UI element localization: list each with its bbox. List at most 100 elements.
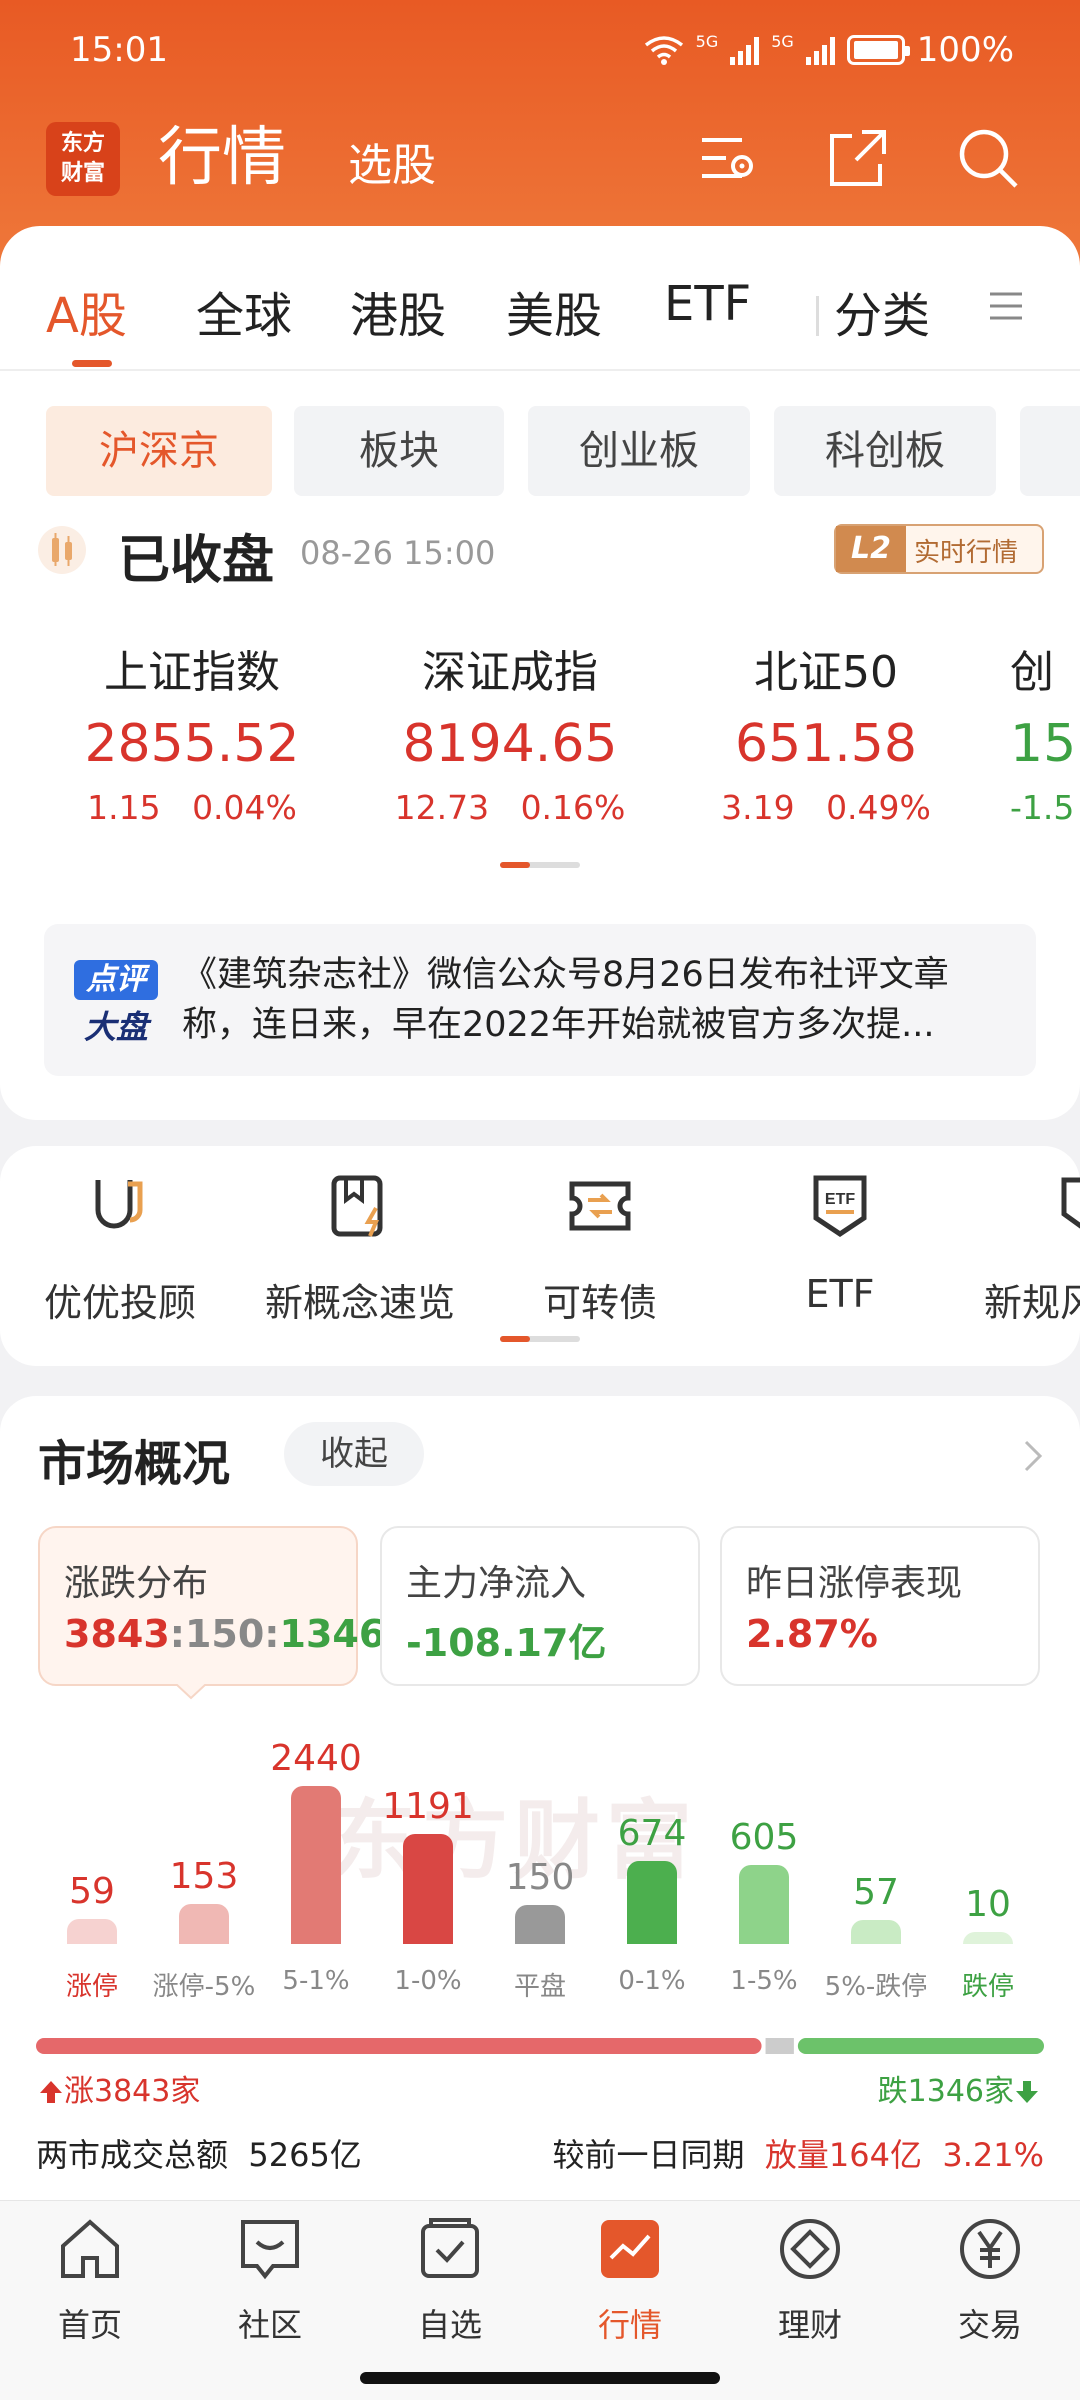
index-card-partial[interactable]: 创 15 -1.5: [1010, 636, 1080, 827]
search-icon[interactable]: [956, 126, 1020, 190]
concepts-icon: [331, 1175, 383, 1237]
status-time: 15:01: [70, 30, 168, 70]
tab-a-shares[interactable]: A股: [46, 276, 127, 346]
app-logo[interactable]: 东方 财富: [46, 122, 120, 196]
ratio-up-segment: [36, 2038, 762, 2054]
shortcut-pager: [500, 1336, 580, 1342]
l2-label: L2: [836, 526, 906, 572]
stock-picker-link[interactable]: 选股: [348, 136, 436, 196]
turnover-row: 两市成交总额 5265亿 较前一日同期 放量164亿 3.21%: [36, 2130, 1044, 2176]
net-inflow-value: -108.17亿: [406, 1621, 607, 1665]
chip-star-market[interactable]: 科创板: [774, 406, 996, 496]
chip-hs-bj[interactable]: 沪深京: [46, 406, 272, 496]
arrow-down-icon: [1016, 2081, 1038, 2103]
net-label-2: 5G: [771, 32, 794, 51]
yuan-icon: [960, 2219, 1020, 2279]
nav-wealth[interactable]: 理财: [720, 2214, 900, 2346]
down-count: 跌1346家: [878, 2066, 1040, 2110]
battery-level: 100%: [916, 30, 1014, 70]
etf-icon: ETF: [813, 1175, 867, 1238]
battery-icon: [846, 35, 910, 65]
chip-more[interactable]: [1020, 406, 1080, 496]
index-card-sh[interactable]: 上证指数 2855.52 1.15 0.04%: [42, 636, 342, 827]
limit-up-value: 2.87%: [746, 1612, 878, 1656]
distribution-bar: [963, 1932, 1013, 1944]
shortcut-advisor[interactable]: 优优投顾: [10, 1170, 230, 1327]
index-change: 3.19 0.49%: [721, 788, 931, 827]
turnover-label: 两市成交总额: [36, 2136, 229, 2174]
card-net-inflow[interactable]: 主力净流入 -108.17亿: [380, 1526, 700, 1686]
bar-value-label: 57: [853, 1871, 899, 1913]
tab-hk[interactable]: 港股: [350, 276, 446, 346]
chip-sectors[interactable]: 板块: [294, 406, 504, 496]
bar-value-label: 150: [505, 1856, 575, 1898]
ratio-down-segment: [797, 2038, 1044, 2054]
index-value: 8194.65: [402, 714, 618, 774]
index-value: 2855.52: [84, 714, 300, 774]
commentary-badge: 点评 大盘: [74, 960, 158, 1046]
market-status: 已收盘: [118, 531, 275, 591]
bar-value-label: 2440: [270, 1738, 362, 1779]
net-label-1: 5G: [695, 32, 719, 51]
card-pointer: [176, 1684, 206, 1700]
bar-value-label: 605: [729, 1817, 799, 1859]
rise-fall-ratio: 3843:150:1346: [64, 1612, 386, 1656]
shortcut-convertible-bonds[interactable]: 可转债: [490, 1170, 710, 1327]
nav-home[interactable]: 首页: [0, 2214, 180, 2346]
bar-category-label: 涨停: [65, 1972, 118, 2002]
chip-chinext[interactable]: 创业板: [528, 406, 750, 496]
chevron-right-icon[interactable]: [1018, 1436, 1048, 1476]
bar-category-label: 0-1%: [618, 1966, 686, 1996]
turnover-compare: 较前一日同期 放量164亿 3.21%: [552, 2136, 1044, 2174]
card-title: 昨日涨停表现: [746, 1563, 963, 1604]
shortcut-new-rules[interactable]: 新规风: [960, 1170, 1080, 1327]
shortcut-concepts[interactable]: 新概念速览: [250, 1170, 470, 1327]
tab-etf[interactable]: ETF: [664, 276, 751, 332]
bar-category-label: 5-1%: [282, 1966, 350, 1996]
settings-menu-icon[interactable]: [696, 126, 760, 190]
nav-market[interactable]: 行情: [540, 2214, 720, 2346]
rise-fall-ratio-bar: [36, 2038, 1044, 2054]
convertible-bond-icon: [569, 1181, 631, 1231]
bar-value-label: 1191: [382, 1785, 474, 1827]
tab-category[interactable]: 分类: [834, 276, 930, 346]
l2-realtime-badge[interactable]: L2 实时行情: [834, 524, 1044, 574]
index-pager: [500, 862, 580, 868]
share-icon[interactable]: [826, 126, 890, 190]
bar-category-label: 跌停: [961, 1972, 1014, 2002]
new-rules-icon: [1061, 1177, 1080, 1229]
shortcut-etf[interactable]: ETF ETF: [730, 1170, 950, 1316]
nav-community[interactable]: 社区: [180, 2214, 360, 2346]
card-limit-up-performance[interactable]: 昨日涨停表现 2.87%: [720, 1526, 1040, 1686]
tab-menu-icon[interactable]: [986, 286, 1026, 326]
collapse-button[interactable]: 收起: [284, 1422, 424, 1486]
nav-trade[interactable]: 交易: [900, 2214, 1080, 2346]
wifi-icon: [644, 36, 683, 65]
tab-us[interactable]: 美股: [506, 276, 602, 346]
card-rise-fall[interactable]: 涨跌分布 3843:150:1346: [38, 1526, 385, 1686]
up-count: 涨3843家: [38, 2066, 200, 2110]
tab-divider: [816, 296, 819, 336]
bar-category-label: 平盘: [513, 1972, 566, 2002]
tab-global[interactable]: 全球: [196, 276, 292, 346]
commentary-text: 《建筑杂志社》微信公众号8月26日发布社评文章称，连日来，早在2022年开始就被…: [182, 955, 949, 1045]
nav-watchlist[interactable]: 自选: [360, 2214, 540, 2346]
index-name: 创: [1010, 647, 1054, 698]
market-chart-icon: [601, 2220, 659, 2278]
index-card-sz[interactable]: 深证成指 8194.65 12.73 0.16%: [360, 636, 660, 827]
community-icon: [241, 2220, 299, 2280]
index-value: 15: [1010, 714, 1077, 774]
advisor-icon: [95, 1180, 143, 1229]
market-commentary[interactable]: 点评 大盘 《建筑杂志社》微信公众号8月26日发布社评文章称，连日来，早在202…: [44, 924, 1036, 1076]
bar-value-label: 674: [617, 1812, 687, 1854]
index-change: -1.5: [1010, 788, 1075, 827]
index-change: 1.15 0.04%: [87, 788, 297, 827]
tab-divider-line: [0, 369, 1080, 371]
watchlist-icon: [421, 2218, 479, 2278]
home-indicator: [360, 2372, 720, 2384]
index-card-bj50[interactable]: 北证50 651.58 3.19 0.49%: [676, 636, 976, 827]
market-overview-title: 市场概况: [38, 1436, 231, 1492]
bar-category-label: 1-5%: [730, 1966, 798, 1996]
bar-value-label: 10: [965, 1884, 1011, 1925]
wealth-icon: [780, 2219, 840, 2279]
